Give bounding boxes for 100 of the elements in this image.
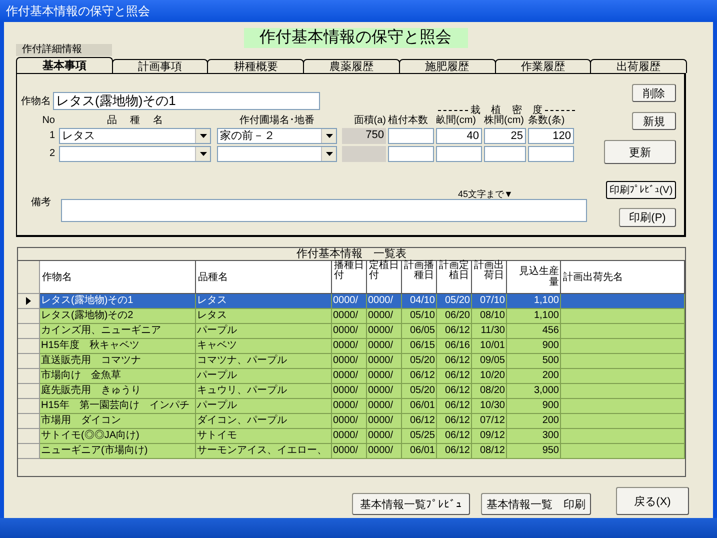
table-cell: レタス(露地物)その1 (41, 295, 134, 306)
tab[interactable]: 計画事項 (112, 59, 208, 73)
table-cell: レタス(露地物)その2 (41, 310, 134, 321)
table-cell: 0000/ (368, 370, 394, 381)
table-cell: 0000/ (368, 355, 394, 366)
table-cell: 0000/ (368, 310, 394, 321)
table-cell: 06/12 (444, 445, 470, 456)
variety-dropdown[interactable] (59, 146, 211, 162)
column-header[interactable]: 見込生産量 (507, 261, 561, 294)
row-number: 1 (48, 130, 56, 141)
row-number: 2 (48, 148, 56, 159)
grid-row[interactable]: カインズ用、ニューギニア パープル 0000/ 0000/ 06/05 06/12 11/30 456 (18, 324, 685, 339)
column-header[interactable]: 播種日付 (332, 261, 367, 294)
table-cell: 08/12 (480, 445, 505, 456)
grid-row[interactable]: H15年 第一園芸向け インパチ パープル 0000/ 0000/ 06/01 06/12 10/30 900 (18, 399, 685, 414)
back-button[interactable]: 戻る(X) (616, 487, 689, 515)
table-cell: 06/20 (444, 310, 470, 321)
table-cell: 直送販売用 コマツナ (41, 355, 141, 366)
table-cell: キュウリ、パープル (197, 385, 287, 396)
grid-row[interactable]: 直送販売用 コマツナ コマツナ、パープル 0000/ 0000/ 05/20 06/12 09/05 500 (18, 354, 685, 369)
table-cell: 06/12 (444, 325, 470, 336)
table-cell: 0000/ (368, 325, 394, 336)
remarks-field[interactable] (61, 199, 587, 222)
table-cell: 0000/ (333, 325, 358, 336)
column-header[interactable]: 定植日付 (367, 261, 402, 294)
table-cell: パープル (197, 370, 237, 381)
table-cell: レタス (197, 295, 227, 306)
list-preview-button[interactable]: 基本情報一覧ﾌﾟﾚﾋﾞｭ (352, 493, 470, 515)
update-button[interactable]: 更新 (604, 140, 676, 164)
column-label: 栽 植 密 度 (470, 104, 543, 116)
field-label: 備考 (30, 196, 51, 209)
stock-spacing-field[interactable]: 25 (484, 128, 526, 144)
table-cell: 0000/ (333, 310, 358, 321)
strip-count-field[interactable]: 120 (528, 128, 574, 144)
plant-count-field[interactable] (388, 128, 434, 144)
table-cell: 0000/ (333, 340, 358, 351)
plant-count-field[interactable] (388, 146, 434, 162)
table-cell: 06/05 (410, 325, 435, 336)
column-header[interactable]: 品種名 (196, 261, 332, 294)
tab[interactable]: 農薬履歴 (303, 59, 400, 73)
table-cell: 06/12 (444, 415, 470, 426)
ridge-spacing-field[interactable]: 40 (436, 128, 482, 144)
tab[interactable]: 施肥履歴 (398, 59, 496, 73)
table-cell: 06/12 (444, 430, 470, 441)
grid-row[interactable]: レタス(露地物)その1 レタス 0000/ 0000/ 04/10 05/20 07/10 1,100 (18, 294, 685, 309)
table-cell: 200 (542, 415, 559, 426)
grid-row[interactable]: サトイモ(◎◎JA向け) サトイモ 0000/ 0000/ 05/25 06/12 09/12 300 (18, 429, 685, 444)
tab[interactable]: 出荷履歴 (590, 59, 688, 73)
grid-row[interactable]: 庭先販売用 きゅうり キュウリ、パープル 0000/ 0000/ 05/20 06/12 08/20 3,000 (18, 384, 685, 399)
table-cell: 06/12 (410, 415, 435, 426)
grid-row[interactable]: ニューギニア(市場向け) サーモンアイス、イエロー、 0000/ 0000/ 06/01 06/12 08/12 950 (18, 444, 685, 459)
grid-row[interactable]: 市場用 ダイコン ダイコン、パープル 0000/ 0000/ 06/12 06/12 07/12 200 (18, 414, 685, 429)
table-cell: 08/20 (480, 385, 505, 396)
column-header[interactable]: 計画出荷日 (472, 261, 507, 294)
tab[interactable]: 作業履歴 (494, 59, 592, 73)
column-label: 作付圃場名･地番 (238, 116, 316, 126)
area-field: 750 (342, 128, 386, 144)
delete-button[interactable]: 削除 (632, 84, 676, 102)
strip-count-field[interactable] (528, 146, 574, 162)
variety-dropdown[interactable]: レタス (59, 128, 211, 144)
tab[interactable]: 耕種概要 (207, 59, 304, 73)
table-cell: サーモンアイス、イエロー、 (197, 445, 327, 456)
grid-row[interactable]: H15年度 秋キャベツ キャベツ 0000/ 0000/ 06/15 06/16 10/01 900 (18, 339, 685, 354)
list-print-button[interactable]: 基本情報一覧 印刷 (481, 493, 591, 515)
row-header[interactable] (18, 294, 40, 309)
hint-text: 45文字まで▼ (458, 189, 513, 199)
ridge-spacing-field[interactable] (436, 146, 482, 162)
table-cell: 06/12 (444, 355, 470, 366)
table-cell: 0000/ (368, 340, 394, 351)
stock-spacing-field[interactable] (484, 146, 526, 162)
field-dropdown[interactable]: 家の前－２ (217, 128, 337, 144)
table-cell: 市場向け 金魚草 (41, 370, 121, 381)
table-cell: 06/12 (444, 385, 470, 396)
new-button[interactable]: 新規 (632, 112, 676, 130)
table-cell: 0000/ (368, 295, 394, 306)
column-header[interactable]: 計画播種日 (402, 261, 437, 294)
table-cell: コマツナ、パープル (197, 355, 287, 366)
column-header[interactable]: 作物名 (40, 261, 196, 294)
table-cell: 06/12 (444, 370, 470, 381)
page-heading: 作付基本情報の保守と照会 (244, 28, 468, 48)
grid-row[interactable]: 市場向け 金魚草 パープル 0000/ 0000/ 06/12 06/12 10/20 200 (18, 369, 685, 384)
column-header[interactable]: 計画出荷先名 (561, 261, 685, 294)
table-cell: 0000/ (333, 355, 358, 366)
table-cell: 900 (542, 340, 559, 351)
table-cell: 05/20 (410, 385, 435, 396)
grid-row[interactable]: レタス(露地物)その2 レタス 0000/ 0000/ 05/10 06/20 08/10 1,100 (18, 309, 685, 324)
tab[interactable]: 基本事項 (16, 57, 113, 73)
table-cell: H15年度 秋キャベツ (41, 340, 140, 351)
table-cell: 市場用 ダイコン (41, 415, 121, 426)
print-preview-button[interactable]: 印刷ﾌﾟﾚﾋﾞｭ(V) (606, 181, 676, 199)
dropdown-arrow-icon (200, 152, 206, 156)
field-dropdown[interactable] (217, 146, 337, 162)
column-header[interactable]: 計画定植日 (437, 261, 472, 294)
dropdown-arrow-icon (326, 152, 332, 156)
column-label: No (41, 116, 56, 126)
table-cell: 0000/ (333, 370, 358, 381)
crop-name-field[interactable]: レタス(露地物)その1 (53, 92, 320, 110)
table-cell: 05/25 (410, 430, 435, 441)
table-cell: 0000/ (333, 385, 358, 396)
print-button[interactable]: 印刷(P) (619, 208, 676, 227)
